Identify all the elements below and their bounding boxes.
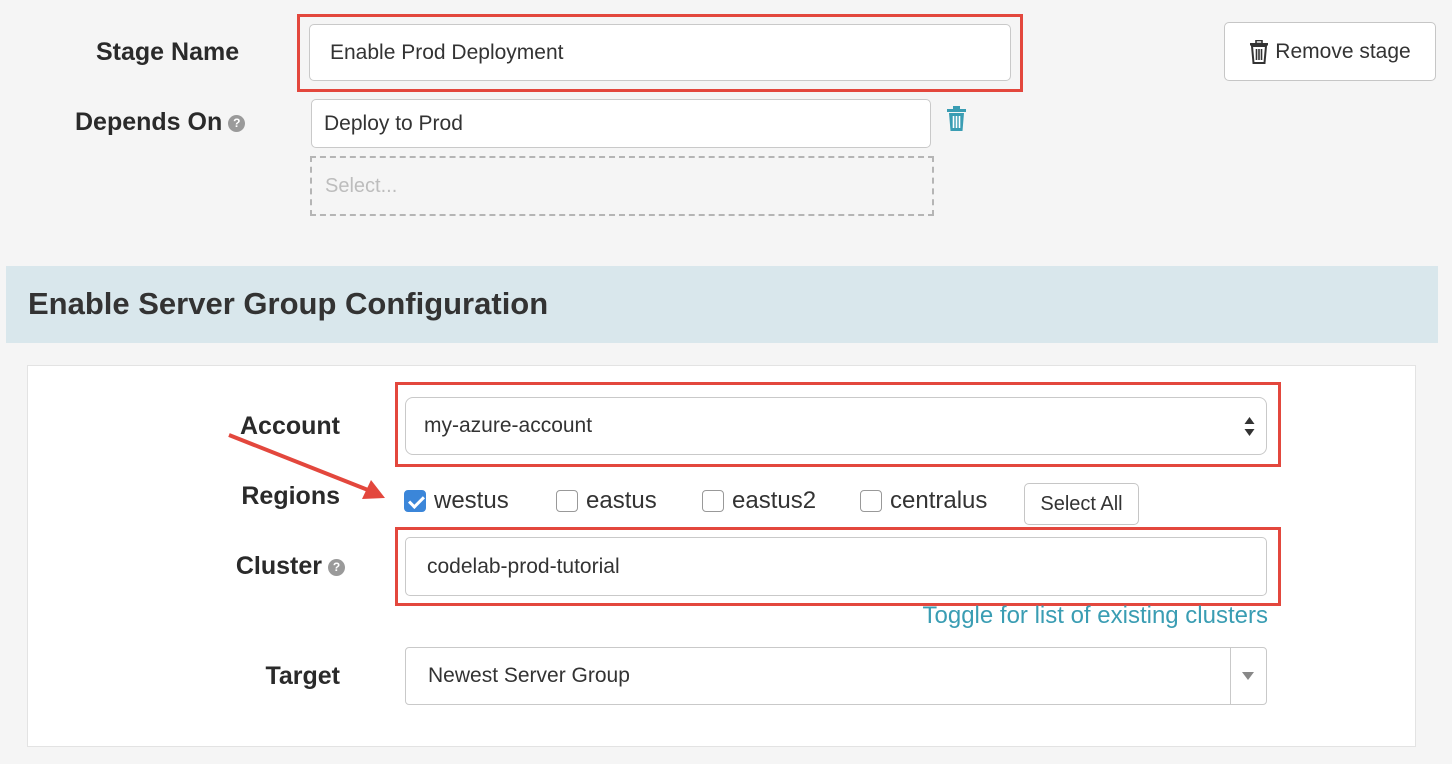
stage-name-input[interactable]: Enable Prod Deployment [309, 24, 1011, 81]
toggle-clusters-link[interactable]: Toggle for list of existing clusters [923, 602, 1268, 630]
account-select[interactable]: my-azure-account [405, 397, 1267, 455]
account-value: my-azure-account [424, 414, 593, 437]
depends-on-input[interactable]: Deploy to Prod [311, 99, 931, 148]
help-icon[interactable]: ? [328, 559, 345, 576]
checkbox-icon[interactable] [556, 490, 578, 512]
stage-name-label: Stage Name [96, 38, 240, 66]
delete-dependency-trash-icon[interactable] [946, 106, 967, 132]
region-eastus[interactable]: eastus [556, 487, 657, 515]
target-value: Newest Server Group [428, 664, 630, 687]
checkbox-checked-icon[interactable] [404, 490, 426, 512]
region-label: westus [434, 487, 509, 514]
target-label: Target [265, 662, 340, 690]
region-westus[interactable]: westus [404, 487, 509, 515]
cluster-text: Cluster [235, 552, 322, 580]
select-divider [1230, 648, 1231, 704]
cluster-input[interactable]: codelab-prod-tutorial [405, 537, 1267, 596]
checkbox-icon[interactable] [702, 490, 724, 512]
help-icon[interactable]: ? [228, 115, 246, 132]
region-label: centralus [890, 487, 988, 514]
section-title: Enable Server Group Configuration [28, 286, 549, 321]
depends-on-label: Depends On? [75, 108, 246, 137]
cluster-label: Cluster? [100, 552, 345, 581]
region-label: eastus [586, 487, 657, 514]
chevron-down-icon [1242, 672, 1254, 680]
trash-icon [1250, 39, 1269, 64]
depends-on-select[interactable]: Select... [310, 156, 934, 216]
depends-on-text: Depends On [75, 108, 223, 136]
select-arrows-icon [1244, 417, 1255, 436]
target-select[interactable]: Newest Server Group [405, 647, 1267, 705]
regions-label: Regions [241, 482, 340, 510]
remove-stage-button[interactable]: Remove stage [1224, 22, 1436, 81]
remove-stage-label: Remove stage [1275, 39, 1411, 63]
checkbox-icon[interactable] [860, 490, 882, 512]
region-centralus[interactable]: centralus [860, 487, 987, 515]
region-eastus2[interactable]: eastus2 [702, 487, 816, 515]
region-label: eastus2 [732, 487, 817, 514]
select-all-button[interactable]: Select All [1024, 483, 1139, 525]
